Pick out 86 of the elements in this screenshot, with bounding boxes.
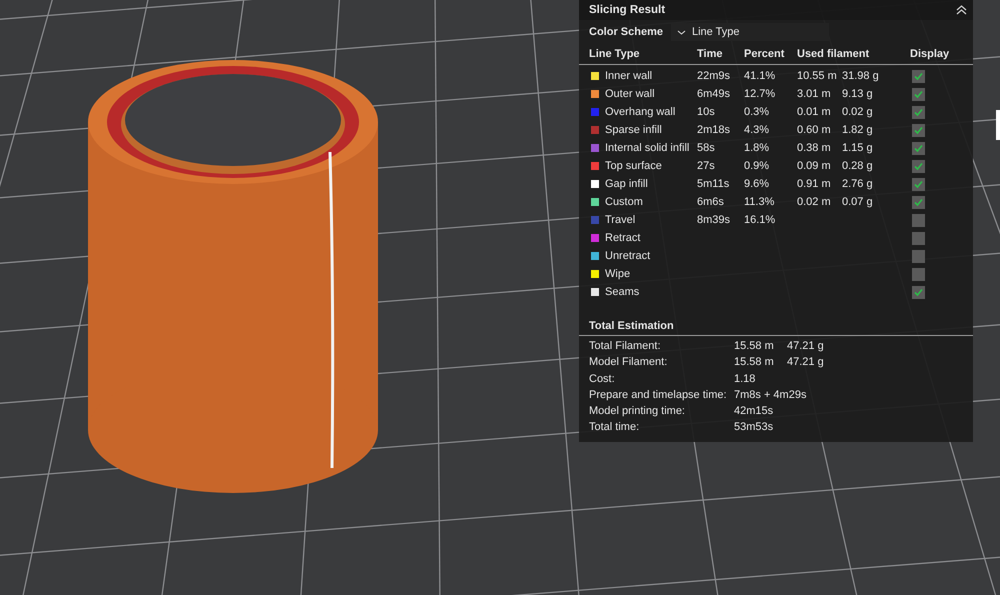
estimate-value: 7m8s + 4m29s [734,388,808,403]
estimate-label: Model printing time: [589,404,686,420]
estimate-value: 15.58 m [734,355,775,370]
percent-value: 0.9% [744,160,770,172]
percent-value: 11.3% [744,196,774,208]
length-value: 3.01 m [797,88,831,100]
line-type-name: Seams [605,286,640,298]
weight-value: 1.82 g [842,124,873,136]
length-value: 10.55 m [797,70,837,82]
time-value: 8m39s [697,214,730,226]
weight-value: 1.15 g [842,142,873,154]
display-checkbox[interactable] [912,142,925,154]
panel-title: Slicing Result [589,4,666,16]
time-value: 22m9s [697,70,730,82]
time-value: 6m49s [697,88,730,100]
display-header: Display [910,48,950,60]
length-value: 0.02 m [797,196,831,208]
display-checkbox[interactable] [912,286,925,298]
weight-value: 2.76 g [842,178,873,190]
time-value: 5m11s [697,178,730,190]
length-value: 0.60 m [797,124,831,136]
color-scheme-dropdown[interactable]: Line Type [670,23,829,41]
length-value: 0.01 m [797,106,831,118]
collapse-icon[interactable] [956,5,967,15]
display-checkbox[interactable] [912,250,925,262]
time-value: 27s [697,160,715,172]
display-checkbox[interactable] [912,88,925,100]
line-type-name: Sparse infill [605,124,662,136]
line-type-name: Gap infill [605,178,648,190]
percent-value: 1.8% [744,142,770,154]
display-checkbox[interactable] [912,70,925,82]
side-panel-edge [996,110,1000,140]
display-checkbox[interactable] [912,214,925,226]
line-type-name: Top surface [605,160,662,172]
weight-value: 0.07 g [842,196,873,208]
time-value: 58s [697,142,715,154]
percent-value: 16.1% [744,214,776,226]
chevron-down-icon [676,30,686,34]
used-filament-header: Used filament [797,48,870,60]
estimate-weight: 47.21 g [787,339,825,354]
line-type-name: Retract [605,232,640,244]
line-type-name: Travel [605,214,636,226]
percent-value: 12.7% [744,88,776,100]
color-scheme-label: Color Scheme [589,26,663,38]
percent-value: 0.3% [744,106,770,118]
time-header: Time [697,48,724,60]
weight-value: 9.13 g [842,88,873,100]
line-type-name: Outer wall [605,88,655,100]
length-value: 0.09 m [797,160,831,172]
display-checkbox[interactable] [912,196,925,208]
estimate-value: 15.58 m [734,339,775,354]
weight-value: 31.98 g [842,70,879,82]
line-type-name: Custom [605,196,643,208]
weight-value: 0.02 g [842,106,873,118]
display-checkbox[interactable] [912,124,925,136]
display-checkbox[interactable] [912,106,925,118]
length-value: 0.38 m [797,142,831,154]
time-value: 6m6s [697,196,724,208]
line-type-name: Unretract [605,250,650,262]
estimate-label: Cost: [589,372,616,387]
estimate-label: Model Filament: [589,355,668,370]
display-checkbox[interactable] [912,178,925,190]
line-type-name: Inner wall [605,70,652,82]
display-checkbox[interactable] [912,232,925,244]
estimate-weight: 47.21 g [787,355,825,370]
percent-value: 41.1% [744,70,776,82]
estimate-value: 42m15s [734,404,774,420]
estimate-value: 1.18 [734,372,756,387]
time-value: 10s [697,106,715,118]
percent-value: 4.3% [744,124,770,136]
estimate-label: Prepare and timelapse time: [589,388,728,403]
line-type-name: Wipe [605,268,630,280]
time-value: 2m18s [697,124,730,136]
length-value: 0.91 m [797,178,831,190]
estimate-value: 53m53s [734,420,774,436]
line-type-header: Line Type [589,48,641,60]
display-checkbox[interactable] [912,160,925,172]
line-type-name: Overhang wall [605,106,676,118]
weight-value: 0.28 g [842,160,873,172]
estimate-label: Total Filament: [589,339,662,354]
estimate-label: Total time: [589,420,640,436]
line-type-name: Internal solid infill [605,142,690,154]
section-title: Total Estimation [579,313,973,336]
display-checkbox[interactable] [912,268,925,280]
percent-header: Percent [744,48,786,60]
percent-value: 9.6% [744,178,770,190]
